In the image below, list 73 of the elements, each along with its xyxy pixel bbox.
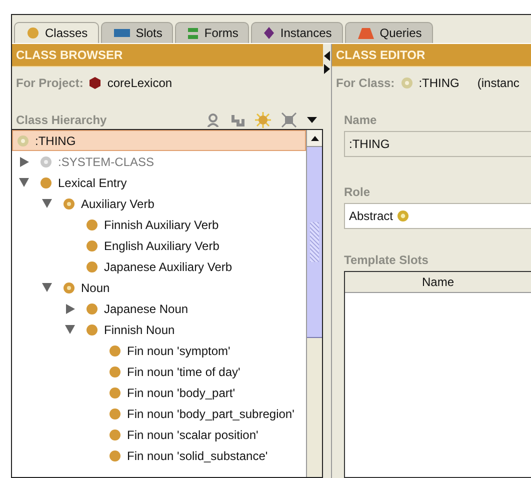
class-label: For Class:	[336, 76, 395, 90]
role-label: Role	[343, 184, 372, 199]
hierarchy-icon[interactable]	[231, 113, 245, 127]
tree-item[interactable]: :SYSTEM-CLASS	[12, 151, 306, 172]
class-icon	[63, 198, 75, 210]
panel-header: CLASS BROWSER	[12, 44, 323, 67]
class-icon	[86, 240, 98, 252]
project-name: coreLexicon	[107, 76, 172, 90]
template-slots-label: Template Slots	[343, 252, 430, 267]
diamond-icon	[264, 27, 274, 39]
project-label: For Project:	[16, 76, 84, 90]
tree-item[interactable]: Fin noun 'body_part_subregion'	[12, 403, 306, 424]
tree-item[interactable]: Japanese Noun	[12, 298, 306, 319]
class-icon	[86, 218, 98, 230]
class-icon	[40, 156, 52, 168]
collapsed-arrow-icon[interactable]	[20, 156, 28, 166]
class-icon	[109, 450, 121, 462]
class-icon	[86, 302, 98, 314]
expanded-arrow-icon[interactable]	[42, 199, 52, 208]
scrollbar[interactable]	[306, 130, 322, 477]
class-name: :THING	[418, 76, 460, 90]
tree-item[interactable]: Fin noun 'time of day'	[12, 361, 306, 382]
hexagon-icon	[89, 77, 102, 89]
class-icon	[86, 324, 98, 336]
expanded-arrow-icon[interactable]	[42, 283, 52, 292]
tree-item[interactable]: Finnish Auxiliary Verb	[12, 214, 306, 235]
bug-icon[interactable]	[281, 112, 297, 128]
class-icon	[17, 134, 29, 146]
bars-icon	[188, 28, 198, 38]
tree-item[interactable]: Fin noun 'scalar position'	[12, 424, 306, 445]
expanded-arrow-icon[interactable]	[65, 325, 75, 334]
class-icon	[109, 386, 121, 398]
tree-item[interactable]: Fin noun 'body_part'	[12, 382, 306, 403]
class-icon	[109, 408, 121, 420]
column-header[interactable]: Name	[345, 272, 531, 292]
class-icon	[109, 344, 121, 356]
tree-item[interactable]: Auxiliary Verb	[12, 193, 306, 214]
tab[interactable]: Instances	[251, 22, 343, 43]
tree-item[interactable]: Finnish Noun	[12, 319, 306, 340]
scrollbar-thumb[interactable]	[307, 147, 322, 338]
class-icon	[109, 366, 121, 378]
class-icon	[40, 176, 52, 188]
tab[interactable]: Slots	[100, 22, 174, 43]
tree-item[interactable]: Fin noun 'solid_substance'	[12, 445, 306, 466]
class-icon	[86, 260, 98, 272]
panel-header: CLASS EDITOR	[332, 44, 531, 67]
role-field[interactable]: Abstract	[344, 203, 531, 229]
caret-icon[interactable]	[307, 117, 317, 123]
tree-item[interactable]: Lexical Entry	[12, 172, 306, 193]
expanded-arrow-icon[interactable]	[19, 178, 29, 187]
rectangle-icon	[114, 28, 130, 38]
tree-item[interactable]: Fin noun 'symptom'	[12, 340, 306, 361]
trapezoid-icon	[358, 28, 374, 38]
class-icon	[400, 77, 413, 89]
class-note: (instanc	[477, 76, 520, 90]
collapsed-arrow-icon[interactable]	[66, 304, 74, 314]
name-field[interactable]: :THING	[344, 131, 531, 157]
tree-item[interactable]: Noun	[12, 277, 306, 298]
class-icon	[63, 282, 75, 294]
tree-item[interactable]: :THING	[12, 130, 306, 151]
hierarchy-label: Class Hierarchy	[16, 113, 107, 127]
class-icon	[109, 428, 121, 440]
up-arrow-icon[interactable]	[310, 136, 318, 140]
tree-item[interactable]: English Auxiliary Verb	[12, 235, 306, 256]
tab[interactable]: Classes	[14, 22, 99, 43]
tab[interactable]: Forms	[175, 22, 250, 43]
grip-icon	[310, 222, 319, 262]
tab[interactable]: Queries	[344, 22, 433, 43]
name-label: Name	[343, 112, 378, 127]
tree-item[interactable]: Japanese Auxiliary Verb	[12, 256, 306, 277]
class-icon	[397, 210, 410, 222]
circle-icon	[27, 27, 39, 39]
collapse-right-icon[interactable]	[324, 64, 330, 74]
